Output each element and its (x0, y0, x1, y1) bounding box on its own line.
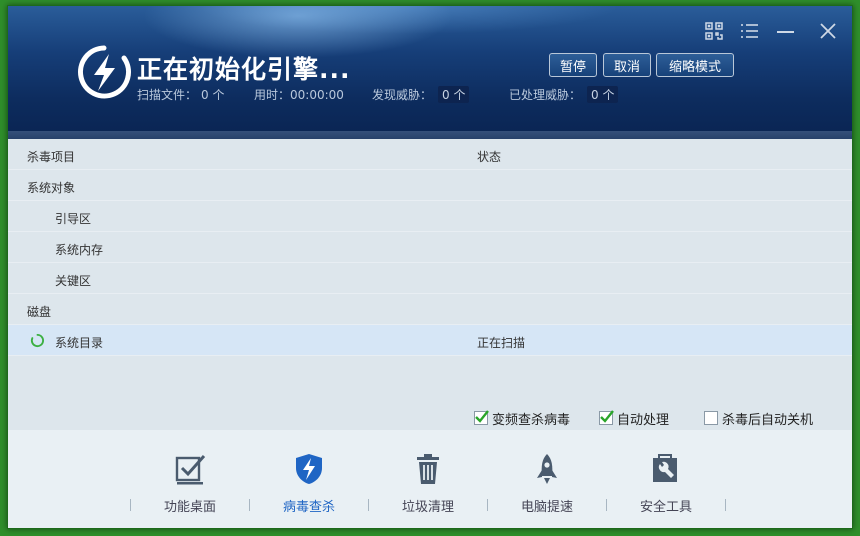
nav-separator (368, 499, 369, 511)
column-header-status: 状态 (477, 150, 502, 164)
loading-spinner-icon (30, 333, 44, 348)
trash-icon (417, 454, 439, 484)
header-banner: 正在初始化引擎... 扫描文件： 0 个 用时：00:00:00 发现威胁： 0 个… (8, 6, 852, 139)
nav-label: 垃圾清理 (401, 500, 454, 515)
bottom-nav: 功能桌面 病毒查杀 垃圾清理 电脑提速 安全工具 (8, 430, 852, 528)
nav-label: 功能桌面 (163, 500, 216, 515)
nav-separator (130, 499, 131, 511)
nav-item-speedup[interactable]: 电脑提速 (501, 452, 591, 522)
table-row: 引导区 (8, 201, 852, 232)
table-row: 关键区 (8, 263, 852, 294)
page-title: 正在初始化引擎... (137, 55, 351, 84)
nav-label: 安全工具 (639, 500, 692, 515)
stat-handled-threats: 已处理威胁： 0 个 (509, 86, 619, 103)
antivirus-window: 正在初始化引擎... 扫描文件： 0 个 用时：00:00:00 发现威胁： 0 个… (7, 5, 853, 529)
checkbox-checked-icon[interactable] (599, 410, 614, 425)
auto-shutdown-checkbox[interactable]: 杀毒后自动关机 (704, 409, 814, 428)
cancel-button[interactable]: 取消 (603, 53, 651, 77)
pause-button[interactable]: 暂停 (549, 53, 597, 77)
checkbox-checked-icon[interactable] (474, 410, 489, 425)
nav-separator (725, 499, 726, 511)
auto-shutdown-label: 杀毒后自动关机 (722, 412, 814, 428)
nav-label: 病毒查杀 (282, 500, 335, 515)
table-row-active: 系统目录 正在扫描 (8, 325, 852, 356)
nav-item-cleanup[interactable]: 垃圾清理 (382, 452, 472, 522)
nav-item-desktop[interactable]: 功能桌面 (144, 452, 234, 522)
column-header-item: 杀毒项目 (27, 150, 76, 164)
table-row: 系统内存 (8, 232, 852, 263)
table-row: 系统对象 (8, 170, 852, 201)
menu-icon[interactable] (738, 20, 760, 42)
lightning-logo-icon (78, 45, 131, 99)
stat-found-threats: 发现威胁： 0 个 (372, 86, 470, 103)
toolbox-icon (653, 454, 677, 482)
row-label: 系统内存 (55, 243, 104, 257)
freq-scan-label: 变频查杀病毒 (492, 412, 571, 428)
header-divider (8, 131, 852, 139)
checkbox-desktop-icon (175, 455, 206, 485)
close-icon[interactable] (817, 20, 839, 42)
table-row: 磁盘 (8, 294, 852, 325)
nav-separator (249, 499, 250, 511)
stat-scan-files: 扫描文件： 0 个 (137, 88, 225, 102)
row-label: 系统目录 (55, 336, 104, 350)
row-label: 关键区 (55, 274, 92, 288)
checkbox-unchecked-icon[interactable] (704, 411, 718, 425)
qr-code-icon[interactable] (703, 20, 725, 42)
nav-label: 电脑提速 (520, 500, 573, 515)
stat-time: 用时：00:00:00 (254, 88, 344, 102)
nav-item-security-tools[interactable]: 安全工具 (620, 452, 710, 522)
minimize-icon[interactable] (774, 20, 796, 42)
nav-item-virus-scan[interactable]: 病毒查杀 (263, 452, 353, 522)
shield-bolt-icon (296, 454, 322, 484)
table-header: 杀毒项目 状态 (8, 139, 852, 170)
row-label: 系统对象 (27, 181, 76, 195)
row-label: 引导区 (55, 212, 92, 226)
auto-handle-checkbox[interactable]: 自动处理 (599, 409, 670, 428)
mini-mode-button[interactable]: 缩略模式 (656, 53, 734, 77)
auto-handle-label: 自动处理 (617, 412, 670, 428)
row-status: 正在扫描 (477, 336, 526, 350)
rocket-icon (537, 454, 557, 484)
nav-separator (606, 499, 607, 511)
freq-scan-checkbox[interactable]: 变频查杀病毒 (474, 409, 571, 428)
row-label: 磁盘 (27, 305, 52, 319)
nav-separator (487, 499, 488, 511)
